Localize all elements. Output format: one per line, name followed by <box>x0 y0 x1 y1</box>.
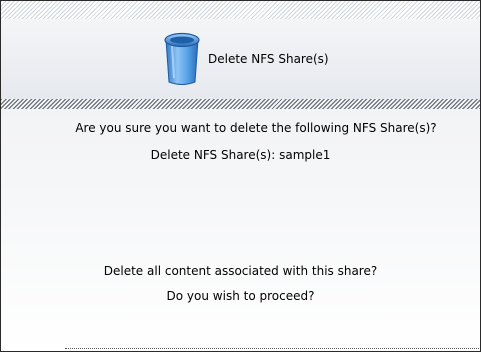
top-hatch-strip <box>1 1 480 19</box>
header-divider <box>1 99 480 109</box>
share-name: sample1 <box>279 148 331 162</box>
dialog-body: Are you sure you want to delete the foll… <box>1 109 480 351</box>
dialog-title: Delete NFS Share(s) <box>208 52 329 66</box>
dotted-separator <box>65 348 480 349</box>
share-name-line: Delete NFS Share(s): sample1 <box>1 149 480 162</box>
confirmation-question: Are you sure you want to delete the foll… <box>75 121 437 135</box>
dialog-header: Delete NFS Share(s) <box>1 19 480 99</box>
delete-content-question: Delete all content associated with this … <box>103 264 378 278</box>
proceed-question: Do you wish to proceed? <box>166 289 315 303</box>
share-label: Delete NFS Share(s): <box>150 148 276 162</box>
trash-can-icon <box>164 32 200 85</box>
delete-nfs-share-dialog: Delete NFS Share(s) Are you sure you wan… <box>0 0 481 352</box>
